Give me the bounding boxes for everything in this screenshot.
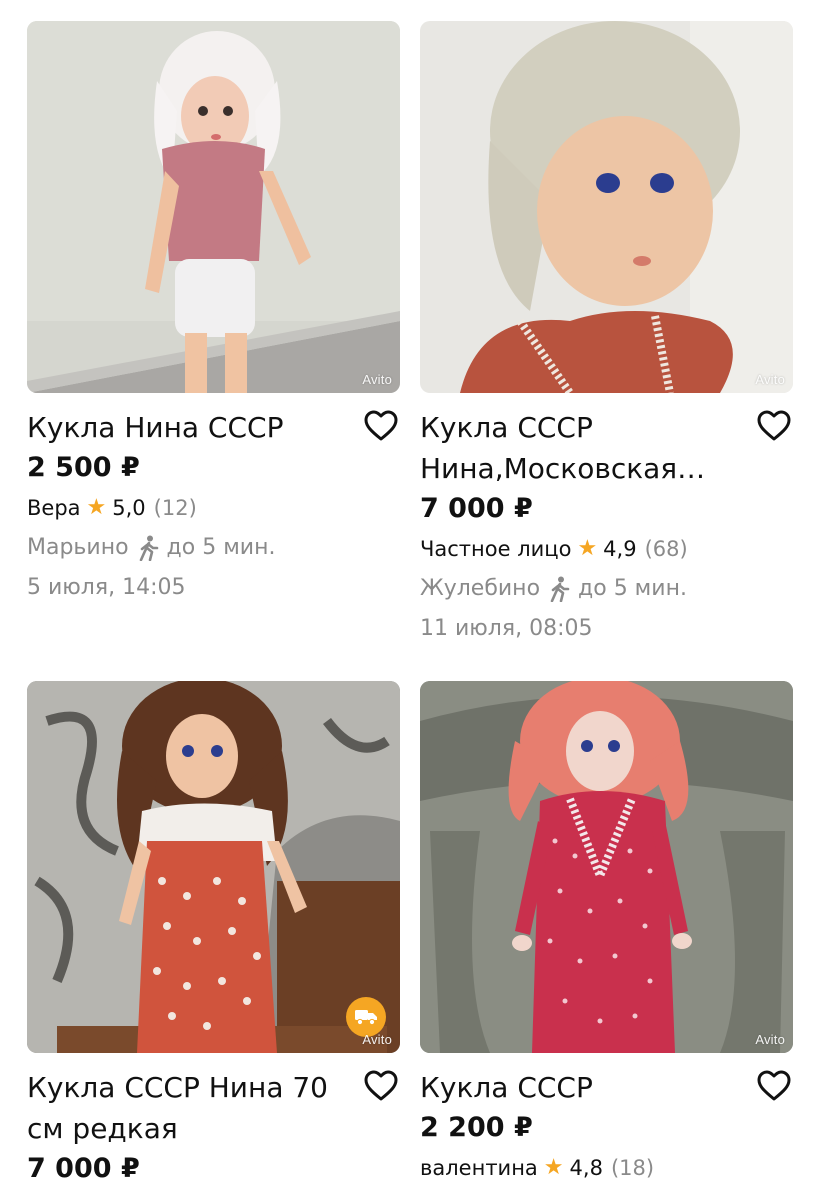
seller-name[interactable]: Частное лицо xyxy=(420,529,571,569)
seller-name[interactable]: Вера xyxy=(27,488,81,528)
heart-outline-icon[interactable] xyxy=(755,407,793,445)
listing-title[interactable]: Кукла Нина СССР xyxy=(27,407,345,448)
avito-watermark: Avito xyxy=(755,372,785,387)
delivery-truck-icon xyxy=(346,997,386,1037)
avito-watermark: Avito xyxy=(362,1032,392,1047)
heart-outline-icon[interactable] xyxy=(362,1067,400,1105)
walk-time: до 5 мин. xyxy=(578,576,687,601)
listing-card[interactable]: Avito Кукла СССР Нина,Московская фабрика… xyxy=(420,21,793,649)
walk-time: до 5 мин. xyxy=(166,535,276,560)
heart-outline-icon[interactable] xyxy=(755,1067,793,1105)
heart-outline-icon[interactable] xyxy=(362,407,400,445)
star-icon: ★ xyxy=(543,1155,564,1180)
location-name: Марьино xyxy=(27,535,129,560)
avito-watermark: Avito xyxy=(362,372,392,387)
listing-price: 2 500 ₽ xyxy=(27,452,140,483)
seller-row[interactable]: валентина ★ 4,8 (18) xyxy=(420,1148,793,1188)
seller-row[interactable]: Вера ★ 5,0 (12) xyxy=(27,488,400,528)
listing-card[interactable]: Avito Кукла Нина СССР 2 500 ₽ Вера ★ 5,0… xyxy=(27,21,400,608)
listing-title[interactable]: Кукла СССР Нина 70 см редкая xyxy=(27,1067,345,1149)
listing-photo[interactable]: Avito xyxy=(27,21,400,393)
listing-card[interactable]: Avito Кукла СССР 2 200 ₽ валентина ★ 4,8… xyxy=(420,681,793,1188)
listing-price: 2 200 ₽ xyxy=(420,1112,533,1143)
avito-watermark: Avito xyxy=(755,1032,785,1047)
listing-photo[interactable]: Avito xyxy=(420,681,793,1053)
review-count: (18) xyxy=(610,1156,655,1180)
listing-price: 7 000 ₽ xyxy=(420,493,533,524)
doll-photo-image xyxy=(420,21,793,393)
seller-rating: 4,9 xyxy=(603,537,637,561)
seller-row[interactable]: Частное лицо ★ 4,9 (68) xyxy=(420,529,793,569)
location-name: Жулебино xyxy=(420,576,541,601)
review-count: (68) xyxy=(644,537,688,561)
doll-photo-image xyxy=(420,681,793,1053)
location-row: Жулебино до 5 мин. xyxy=(420,569,793,609)
listing-title[interactable]: Кукла СССР xyxy=(420,1067,738,1108)
seller-rating: 5,0 xyxy=(112,496,146,520)
seller-rating: 4,8 xyxy=(569,1156,603,1180)
doll-photo-image xyxy=(27,21,400,393)
listing-date: 5 июля, 14:05 xyxy=(27,575,186,600)
doll-photo-image xyxy=(27,681,400,1053)
star-icon: ★ xyxy=(577,536,598,561)
seller-name[interactable]: валентина xyxy=(420,1148,538,1188)
walking-person-icon xyxy=(550,576,570,602)
review-count: (12) xyxy=(153,496,197,520)
star-icon: ★ xyxy=(86,495,107,520)
listing-price: 7 000 ₽ xyxy=(27,1153,140,1184)
walking-person-icon xyxy=(139,535,158,561)
location-row: Марьино до 5 мин. xyxy=(27,528,400,568)
listing-photo[interactable]: Avito xyxy=(420,21,793,393)
listing-photo[interactable]: Avito xyxy=(27,681,400,1053)
listing-card[interactable]: Avito Кукла СССР Нина 70 см редкая 7 000… xyxy=(27,681,400,1189)
listing-title[interactable]: Кукла СССР Нина,Московская фабрика игруш… xyxy=(420,407,738,489)
listing-date: 11 июля, 08:05 xyxy=(420,616,593,641)
